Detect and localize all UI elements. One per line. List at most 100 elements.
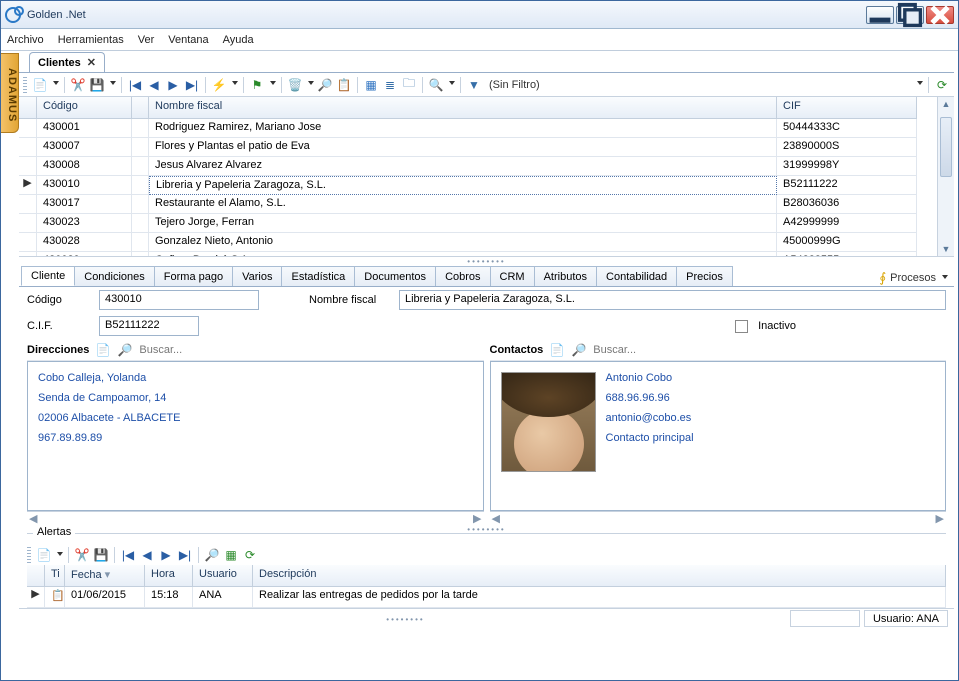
scroll-up-icon[interactable]: ▲ bbox=[942, 97, 951, 111]
side-dock-tab[interactable]: ADAMUS bbox=[1, 53, 19, 133]
toolbar-grip[interactable] bbox=[23, 77, 27, 93]
al-refresh-icon[interactable]: ⟳ bbox=[242, 547, 258, 563]
dir-search-icon[interactable]: 🔎 bbox=[117, 342, 133, 358]
grid-splitter[interactable]: •••••••• bbox=[19, 257, 954, 265]
delete-dropdown-icon[interactable] bbox=[308, 81, 314, 88]
toolbar-more-icon[interactable] bbox=[917, 81, 923, 88]
al-col-ti[interactable]: Ti bbox=[45, 565, 65, 587]
tab-atributos[interactable]: Atributos bbox=[534, 266, 597, 286]
chk-inactivo[interactable] bbox=[735, 320, 748, 333]
menu-herramientas[interactable]: Herramientas bbox=[58, 34, 124, 46]
con-new-icon[interactable]: 📄 bbox=[549, 342, 565, 358]
menu-ver[interactable]: Ver bbox=[138, 34, 155, 46]
tab-condiciones[interactable]: Condiciones bbox=[74, 266, 155, 286]
tab-crm[interactable]: CRM bbox=[490, 266, 535, 286]
cell-expand[interactable] bbox=[132, 233, 149, 252]
direccion-line[interactable]: 967.89.89.89 bbox=[38, 432, 473, 444]
nav-prev-icon[interactable]: ◀ bbox=[146, 77, 162, 93]
cell-expand[interactable] bbox=[132, 157, 149, 176]
nav-last-icon[interactable]: ▶| bbox=[184, 77, 200, 93]
new-dropdown-icon[interactable] bbox=[53, 81, 59, 88]
tab-estadística[interactable]: Estadística bbox=[281, 266, 355, 286]
alert-row[interactable]: ▶📋01/06/201515:18ANARealizar las entrega… bbox=[27, 587, 946, 608]
flag-icon[interactable]: ⚑ bbox=[249, 77, 265, 93]
contact-avatar[interactable] bbox=[501, 372, 596, 472]
menu-ventana[interactable]: Ventana bbox=[168, 34, 208, 46]
direccion-line[interactable]: Cobo Calleja, Yolanda bbox=[38, 372, 473, 384]
nav-first-icon[interactable]: |◀ bbox=[127, 77, 143, 93]
grid-body[interactable]: 430001Rodriguez Ramirez, Mariano Jose504… bbox=[19, 119, 937, 256]
save-icon[interactable]: 💾 bbox=[89, 77, 105, 93]
input-codigo[interactable]: 430010 bbox=[99, 290, 259, 310]
table-row[interactable]: 430008Jesus Alvarez Alvarez31999998Y bbox=[19, 157, 937, 176]
con-hscroll[interactable]: ◀▶ bbox=[490, 511, 947, 525]
al-cut-icon[interactable]: ✂️ bbox=[74, 547, 90, 563]
doc-tab-clientes[interactable]: Clientes ✕ bbox=[29, 52, 105, 72]
table-row[interactable]: 430017Restaurante el Alamo, S.L.B2803603… bbox=[19, 195, 937, 214]
close-button[interactable] bbox=[926, 6, 954, 24]
al-new-icon[interactable]: 📄 bbox=[36, 547, 52, 563]
al-save-icon[interactable]: 💾 bbox=[93, 547, 109, 563]
al-prev-icon[interactable]: ◀ bbox=[139, 547, 155, 563]
cut-icon[interactable]: ✂️ bbox=[70, 77, 86, 93]
layout-icon[interactable]: ▦ bbox=[363, 77, 379, 93]
search-doc-icon[interactable]: 🔎 bbox=[317, 77, 333, 93]
doc-tab-close-icon[interactable]: ✕ bbox=[87, 56, 96, 69]
direccion-line[interactable]: Senda de Campoamor, 14 bbox=[38, 392, 473, 404]
dir-new-icon[interactable]: 📄 bbox=[95, 342, 111, 358]
al-next-icon[interactable]: ▶ bbox=[158, 547, 174, 563]
maximize-button[interactable] bbox=[896, 6, 924, 24]
tab-contabilidad[interactable]: Contabilidad bbox=[596, 266, 677, 286]
delete-icon[interactable]: 🗑️ bbox=[287, 77, 303, 93]
bolt-icon[interactable]: ⚡ bbox=[211, 77, 227, 93]
al-col-usuario[interactable]: Usuario bbox=[193, 565, 253, 587]
filter-text[interactable]: (Sin Filtro) bbox=[485, 79, 544, 91]
col-nombre[interactable]: Nombre fiscal bbox=[149, 97, 777, 119]
cell-expand[interactable] bbox=[132, 252, 149, 256]
al-corner[interactable] bbox=[27, 565, 45, 587]
table-row[interactable]: ▶430010Libreria y Papeleria Zaragoza, S.… bbox=[19, 176, 937, 195]
contact-email[interactable]: antonio@cobo.es bbox=[606, 412, 694, 424]
tab-cobros[interactable]: Cobros bbox=[435, 266, 490, 286]
minimize-button[interactable] bbox=[866, 6, 894, 24]
al-search-icon[interactable]: 🔎 bbox=[204, 547, 220, 563]
tab-forma pago[interactable]: Forma pago bbox=[154, 266, 233, 286]
save-dropdown-icon[interactable] bbox=[110, 81, 116, 88]
tab-documentos[interactable]: Documentos bbox=[354, 266, 436, 286]
al-new-dd[interactable] bbox=[57, 552, 63, 559]
scroll-down-icon[interactable]: ▼ bbox=[942, 242, 951, 256]
grid-vscroll[interactable]: ▲ ▼ bbox=[937, 97, 954, 256]
al-last-icon[interactable]: ▶| bbox=[177, 547, 193, 563]
zoom-icon[interactable]: 🔍 bbox=[428, 77, 444, 93]
menu-archivo[interactable]: Archivo bbox=[7, 34, 44, 46]
al-grip[interactable] bbox=[27, 547, 31, 563]
con-search-icon[interactable]: 🔎 bbox=[571, 342, 587, 358]
list-icon[interactable]: ≣ bbox=[382, 77, 398, 93]
al-col-fecha[interactable]: Fecha ▾ bbox=[65, 565, 145, 587]
bolt-dropdown-icon[interactable] bbox=[232, 81, 238, 88]
al-col-desc[interactable]: Descripción bbox=[253, 565, 946, 587]
direccion-line[interactable]: 02006 Albacete - ALBACETE bbox=[38, 412, 473, 424]
tab-cliente[interactable]: Cliente bbox=[21, 266, 75, 286]
tab-varios[interactable]: Varios bbox=[232, 266, 282, 286]
al-col-hora[interactable]: Hora bbox=[145, 565, 193, 587]
table-row[interactable]: 430007Flores y Plantas el patio de Eva23… bbox=[19, 138, 937, 157]
alertas-body[interactable]: ▶📋01/06/201515:18ANARealizar las entrega… bbox=[27, 587, 946, 608]
cell-expand[interactable] bbox=[132, 119, 149, 138]
table-row[interactable]: 430001Rodriguez Ramirez, Mariano Jose504… bbox=[19, 119, 937, 138]
flag-dropdown-icon[interactable] bbox=[270, 81, 276, 88]
col-expand[interactable] bbox=[132, 97, 149, 119]
al-first-icon[interactable]: |◀ bbox=[120, 547, 136, 563]
al-excel-icon[interactable]: ▦ bbox=[223, 547, 239, 563]
status-splitter[interactable]: •••••••• bbox=[25, 615, 786, 623]
con-search-text[interactable]: Buscar... bbox=[593, 344, 636, 356]
folder-icon[interactable]: 🗀 bbox=[401, 77, 417, 93]
cell-expand[interactable] bbox=[132, 176, 149, 195]
copy-icon[interactable]: 📋 bbox=[336, 77, 352, 93]
input-cif[interactable]: B52111222 bbox=[99, 316, 199, 336]
filter-icon[interactable]: ▼ bbox=[466, 77, 482, 93]
new-icon[interactable]: 📄 bbox=[32, 77, 48, 93]
panels-splitter[interactable]: •••••••• bbox=[19, 525, 954, 533]
grid-corner[interactable] bbox=[19, 97, 37, 119]
table-row[interactable]: 430028Gonzalez Nieto, Antonio45000999G bbox=[19, 233, 937, 252]
